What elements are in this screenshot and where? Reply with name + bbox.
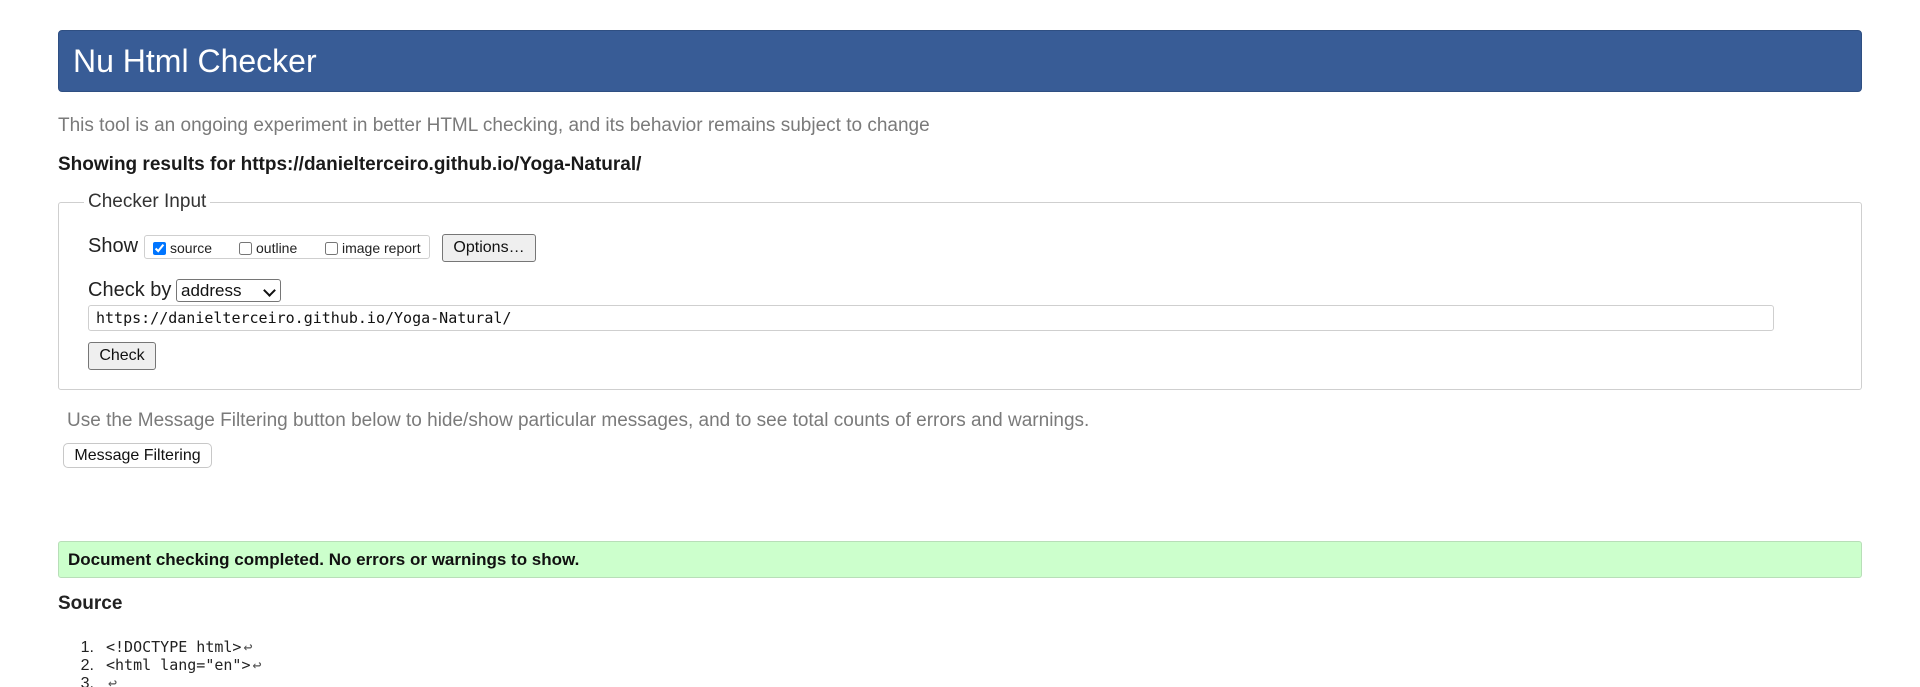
checker-input-fieldset xyxy=(58,202,1862,390)
status-message-bar: Document checking completed. No errors o… xyxy=(58,541,1862,578)
message-filtering-button[interactable]: Message Filtering xyxy=(63,443,212,468)
checker-input-legend: Checker Input xyxy=(84,190,211,214)
source-checkbox-label: source xyxy=(170,240,213,256)
line-feed-icon: ↩ xyxy=(108,674,118,687)
show-image-report-option[interactable]: image report xyxy=(325,237,421,259)
source-list: 1. <!DOCTYPE html> ↩ 2. <html lang="en"> ↩ 3… xyxy=(64,638,262,687)
check-by-label: Check by xyxy=(88,279,172,301)
results-heading: Showing results for https://danieltercei… xyxy=(58,154,642,175)
source-heading: Source xyxy=(58,593,123,614)
check-by-selected-value: address xyxy=(181,281,242,300)
page: Nu Html Checker This tool is an ongoing … xyxy=(0,0,1920,687)
image-report-checkbox[interactable] xyxy=(325,241,338,255)
options-button[interactable]: Options… xyxy=(442,234,536,262)
page-title: Nu Html Checker xyxy=(73,43,317,79)
status-message: Document checking completed. No errors o… xyxy=(68,550,580,569)
source-checkbox[interactable] xyxy=(153,241,166,255)
source-line: 2. <html lang="en"> ↩ xyxy=(64,656,262,674)
image-report-checkbox-label: image report xyxy=(342,240,421,256)
line-number: 2. xyxy=(80,657,94,674)
line-number: 3. xyxy=(80,675,94,687)
message-filtering-hint: Use the Message Filtering button below t… xyxy=(67,410,1090,431)
show-source-option[interactable]: source xyxy=(153,237,212,259)
chevron-down-icon xyxy=(263,284,276,297)
line-feed-icon: ↩ xyxy=(243,638,253,656)
line-feed-icon: ↩ xyxy=(252,656,262,674)
intro-text: This tool is an ongoing experiment in be… xyxy=(58,115,930,136)
line-number: 1. xyxy=(80,639,94,656)
line-code: <html lang="en"> xyxy=(106,656,251,674)
show-label: Show xyxy=(88,235,139,257)
source-line: 1. <!DOCTYPE html> ↩ xyxy=(64,638,262,656)
outline-checkbox[interactable] xyxy=(239,241,252,255)
show-outline-option[interactable]: outline xyxy=(239,237,297,259)
check-by-select[interactable]: address xyxy=(176,279,281,302)
source-line: 3. ↩ xyxy=(64,674,262,687)
outline-checkbox-label: outline xyxy=(256,240,298,256)
show-options-group: source outline image report xyxy=(144,235,430,259)
header-bar: Nu Html Checker xyxy=(58,30,1862,92)
check-button[interactable]: Check xyxy=(88,342,156,370)
url-input[interactable]: https://danielterceiro.github.io/Yoga-Na… xyxy=(88,305,1774,331)
line-code: <!DOCTYPE html> xyxy=(106,638,242,656)
